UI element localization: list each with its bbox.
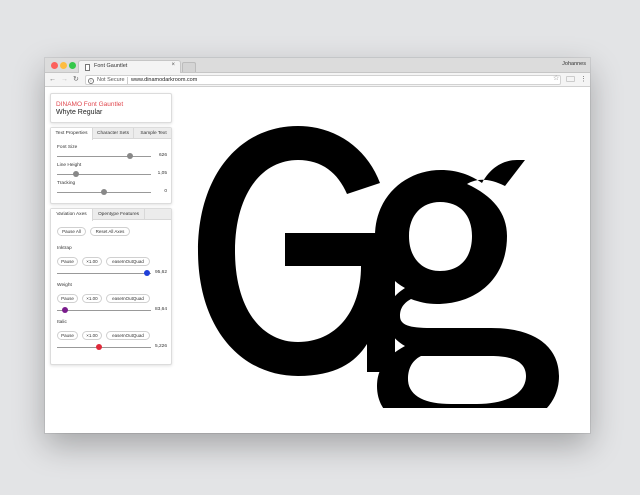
maximize-window-button[interactable] xyxy=(69,62,76,69)
font-size-label: Font Size xyxy=(57,145,78,150)
url-divider xyxy=(127,77,128,84)
browser-toolbar: ← → ↻ i Not Secure www.dinamodarkroom.co… xyxy=(45,73,590,87)
extension-icon[interactable] xyxy=(566,76,575,82)
tab-close-icon[interactable]: × xyxy=(171,62,175,68)
tab-title: Font Gauntlet xyxy=(94,63,128,69)
tab-opentype-features[interactable]: Opentype Features xyxy=(93,209,145,220)
axis-name: Inktrap xyxy=(57,246,72,251)
info-icon[interactable]: i xyxy=(88,77,94,84)
reset-all-axes-button[interactable]: Reset All Axes xyxy=(90,227,130,236)
reload-icon[interactable]: ↻ xyxy=(73,75,79,84)
text-properties-panel: Text Properties Character Sets Sample Te… xyxy=(50,127,172,204)
axis-slider[interactable] xyxy=(57,273,151,274)
address-bar[interactable]: i Not Secure www.dinamodarkroom.com xyxy=(85,75,561,85)
line-height-slider[interactable] xyxy=(57,174,151,175)
browser-tab[interactable]: Font Gauntlet × xyxy=(78,60,181,73)
close-window-button[interactable] xyxy=(51,62,58,69)
axis-slider[interactable] xyxy=(57,347,151,348)
glyph-capital-g xyxy=(198,126,395,376)
axis-speed-button[interactable]: ×1.00 xyxy=(82,331,102,340)
tab-variation-axes[interactable]: Variation Axes xyxy=(51,209,93,221)
axes-tabs: Variation Axes Opentype Features xyxy=(51,209,171,221)
axis-value: 83,64 xyxy=(154,307,167,312)
font-size-value: 626 xyxy=(158,153,167,158)
axis-slider-knob[interactable] xyxy=(96,344,103,350)
font-size-slider[interactable] xyxy=(57,156,151,157)
axis-speed-button[interactable]: ×1.00 xyxy=(82,257,102,266)
axis-slider[interactable] xyxy=(57,310,151,311)
glyph-lowercase-g xyxy=(375,160,559,408)
axis-pause-button[interactable]: Pause xyxy=(57,294,78,303)
page-icon xyxy=(85,64,90,71)
tracking-slider-knob[interactable] xyxy=(101,189,107,195)
axis-speed-button[interactable]: ×1.00 xyxy=(82,294,102,303)
axis-pause-button[interactable]: Pause xyxy=(57,257,78,266)
line-height-slider-knob[interactable] xyxy=(72,171,79,177)
axis-easing-button[interactable]: easeInOutQuad xyxy=(106,257,150,266)
security-label[interactable]: Not Secure xyxy=(97,77,125,83)
tracking-value: 0 xyxy=(164,189,167,194)
axis-easing-button[interactable]: easeInOutQuad xyxy=(106,294,150,303)
forward-icon[interactable]: → xyxy=(61,75,68,84)
axis-value: 95,62 xyxy=(154,270,167,275)
star-icon[interactable]: ☆ xyxy=(553,74,559,83)
specimen-glyphs: Gg xyxy=(198,126,559,408)
properties-tabs: Text Properties Character Sets Sample Te… xyxy=(51,128,173,140)
back-icon[interactable]: ← xyxy=(49,75,56,84)
line-height-label: Line Height xyxy=(57,163,82,168)
axis-name: Italic xyxy=(57,320,67,325)
tracking-label: Tracking xyxy=(57,181,76,186)
tab-sample-text[interactable]: Sample Text xyxy=(134,128,173,139)
tab-character-sets[interactable]: Character Sets xyxy=(93,128,134,139)
title-bar: Font Gauntlet × Johannes xyxy=(45,58,590,73)
pause-all-button[interactable]: Pause All xyxy=(57,227,86,236)
axis-value: 5,226 xyxy=(154,344,167,349)
profile-name[interactable]: Johannes xyxy=(562,61,586,67)
line-height-value: 1,05 xyxy=(157,171,167,176)
menu-icon[interactable]: ⋮ xyxy=(580,75,587,84)
axis-name: Weight xyxy=(57,283,72,288)
axis-pause-button[interactable]: Pause xyxy=(57,331,78,340)
variation-axes-panel: Variation Axes Opentype Features Pause A… xyxy=(50,208,172,365)
new-tab-button[interactable] xyxy=(182,62,196,72)
browser-window: Font Gauntlet × Johannes ← → ↻ i Not Sec… xyxy=(45,58,590,433)
url-text[interactable]: www.dinamodarkroom.com xyxy=(131,77,197,83)
brand-title: DINAMO Font Gauntlet xyxy=(56,101,124,108)
font-name: Whyte Regular xyxy=(56,109,103,116)
font-size-slider-knob[interactable] xyxy=(127,153,134,159)
tab-text-properties[interactable]: Text Properties xyxy=(51,128,93,140)
font-header-panel: DINAMO Font Gauntlet Whyte Regular xyxy=(50,93,172,123)
axis-easing-button[interactable]: easeInOutQuad xyxy=(106,331,150,340)
axis-slider-knob[interactable] xyxy=(61,307,68,313)
minimize-window-button[interactable] xyxy=(60,62,67,69)
